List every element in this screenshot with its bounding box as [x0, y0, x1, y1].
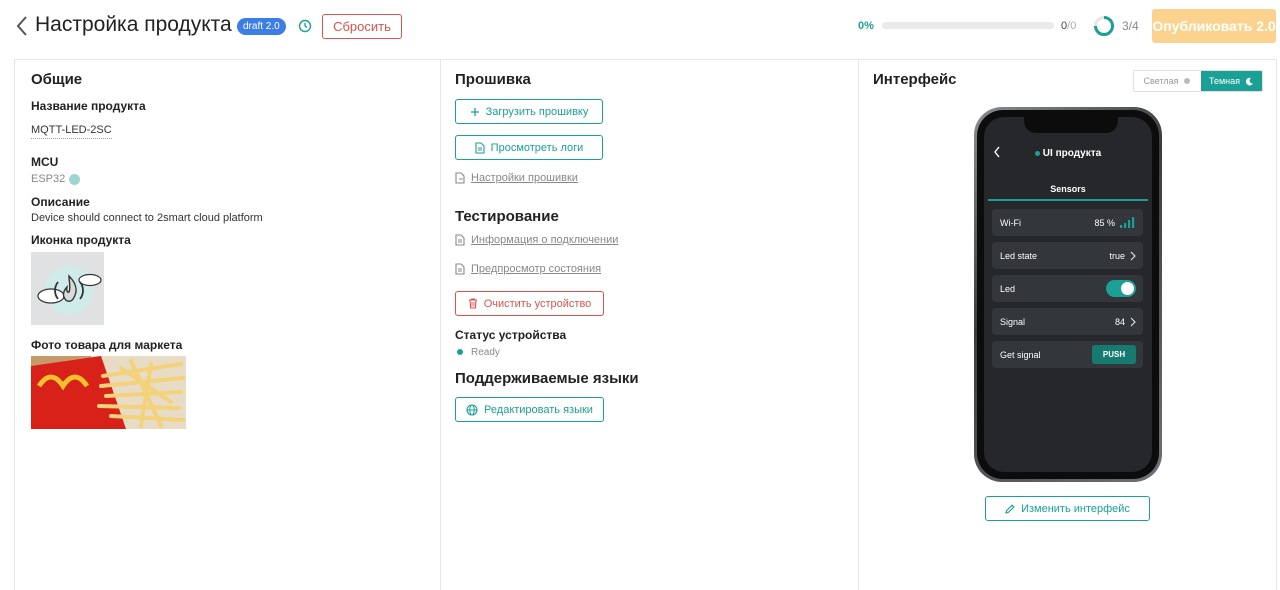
sensor-row-wifi[interactable]: Wi-Fi 85 %	[992, 209, 1143, 236]
connection-info-link[interactable]: Информация о подключении	[455, 234, 618, 246]
theme-light-option[interactable]: Светлая	[1134, 71, 1201, 91]
screen-title-label: UI продукта	[1042, 148, 1102, 159]
flame-cloud-icon	[37, 266, 102, 314]
settings-doc-icon	[455, 172, 465, 184]
reset-button[interactable]: Сбросить	[322, 14, 402, 39]
moon-icon	[1245, 77, 1254, 85]
pencil-icon	[1005, 503, 1015, 514]
theme-switch: Светлая Темная	[1133, 70, 1263, 92]
clear-device-button[interactable]: Очистить устройство	[455, 291, 604, 316]
firmware-heading: Прошивка	[455, 71, 531, 88]
product-name-value[interactable]: MQTT-LED-2SC	[31, 124, 112, 139]
page-title: Настройка продукта	[35, 13, 232, 36]
document-icon	[455, 263, 465, 275]
state-preview-link[interactable]: Предпросмотр состояния	[455, 263, 601, 275]
clear-device-label: Очистить устройство	[483, 297, 592, 310]
publish-button[interactable]: Опубликовать 2.0	[1152, 9, 1276, 43]
languages-heading: Поддерживаемые языки	[455, 370, 639, 387]
edit-languages-button[interactable]: Редактировать языки	[455, 397, 604, 422]
progress-count: 0/0	[1061, 20, 1076, 32]
led-toggle[interactable]	[1106, 280, 1136, 297]
steps-ring-icon	[1094, 16, 1114, 36]
theme-dark-label: Темная	[1208, 76, 1241, 86]
steps-counter: 3/4	[1122, 19, 1139, 33]
sun-icon	[1184, 78, 1191, 84]
sensor-row-get-signal: Get signal PUSH	[992, 341, 1143, 368]
view-logs-button[interactable]: Просмотреть логи	[455, 135, 603, 160]
chevron-right-icon	[1130, 251, 1136, 260]
testing-heading: Тестирование	[455, 208, 559, 225]
column-divider	[440, 60, 441, 590]
phone-screen: UI продукта Sensors Wi-Fi 85 % Led state…	[984, 117, 1152, 472]
document-icon	[455, 234, 465, 246]
sensor-row-led-state[interactable]: Led state true	[992, 242, 1143, 269]
plus-icon	[470, 107, 479, 116]
edit-languages-label: Редактировать языки	[484, 403, 593, 416]
connection-info-label: Информация о подключении	[471, 234, 619, 246]
screen-title: UI продукта	[984, 148, 1152, 159]
document-icon	[475, 141, 485, 154]
phone-preview: UI продукта Sensors Wi-Fi 85 % Led state…	[974, 107, 1162, 482]
device-status-label: Статус устройства	[455, 328, 567, 342]
row-value: 85 %	[1094, 217, 1115, 228]
product-icon-label: Иконка продукта	[31, 233, 131, 247]
upload-firmware-label: Загрузить прошивку	[485, 105, 589, 118]
online-dot-icon	[1034, 150, 1040, 156]
trash-icon	[468, 298, 477, 309]
row-label: Get signal	[1000, 349, 1041, 360]
sensor-row-signal[interactable]: Signal 84	[992, 308, 1143, 335]
page-header: Настройка продукта draft 2.0 Сбросить 0%…	[0, 0, 1280, 56]
progress-bar	[882, 22, 1054, 29]
row-label: Led	[1000, 283, 1016, 294]
device-status-value: Ready	[471, 347, 500, 358]
fries-photo	[31, 356, 186, 429]
interface-heading: Интерфейс	[873, 71, 957, 88]
theme-dark-option[interactable]: Темная	[1201, 71, 1262, 91]
market-photo-image[interactable]	[31, 356, 186, 429]
chevron-right-icon	[1130, 317, 1136, 326]
row-label: Led state	[1000, 250, 1038, 261]
globe-icon	[466, 403, 478, 416]
progress-percent: 0%	[858, 20, 874, 32]
status-dot-icon	[457, 349, 463, 356]
row-label: Wi-Fi	[1000, 217, 1021, 228]
description-value: Device should connect to 2smart cloud pl…	[31, 212, 263, 224]
edit-interface-button[interactable]: Изменить интерфейс	[985, 496, 1150, 521]
row-value: true	[1109, 250, 1125, 261]
firmware-settings-link[interactable]: Настройки прошивки	[455, 172, 578, 184]
version-badge: draft 2.0	[237, 18, 286, 35]
product-name-label: Название продукта	[31, 99, 146, 113]
mcu-label: MCU	[31, 155, 59, 169]
row-label: Signal	[1000, 316, 1026, 327]
view-logs-label: Просмотреть логи	[490, 141, 584, 154]
row-value: 84	[1114, 316, 1125, 327]
edit-interface-label: Изменить интерфейс	[1021, 502, 1130, 515]
upload-firmware-button[interactable]: Загрузить прошивку	[455, 99, 603, 124]
push-button[interactable]: PUSH	[1092, 345, 1136, 364]
sensor-row-led[interactable]: Led	[992, 275, 1143, 302]
back-arrow-icon[interactable]	[14, 14, 30, 38]
theme-light-label: Светлая	[1143, 76, 1179, 86]
tab-underline	[988, 199, 1148, 201]
count-total: 0	[1070, 20, 1077, 32]
market-photo-label: Фото товара для маркета	[31, 338, 183, 352]
firmware-settings-label: Настройки прошивки	[471, 172, 578, 184]
device-status: Ready	[457, 347, 500, 358]
history-clock-icon[interactable]	[298, 19, 312, 33]
product-icon-image[interactable]	[31, 252, 104, 325]
phone-notch	[1024, 117, 1118, 133]
description-label: Описание	[31, 195, 90, 209]
mcu-value: ESP32	[31, 173, 66, 185]
info-icon[interactable]	[69, 173, 81, 185]
general-heading: Общие	[31, 71, 83, 88]
signal-bars-icon	[1120, 217, 1135, 228]
mcu-row: ESP32	[31, 173, 81, 185]
column-divider	[858, 60, 859, 590]
tab-sensors[interactable]: Sensors	[984, 184, 1152, 194]
state-preview-label: Предпросмотр состояния	[471, 263, 602, 275]
